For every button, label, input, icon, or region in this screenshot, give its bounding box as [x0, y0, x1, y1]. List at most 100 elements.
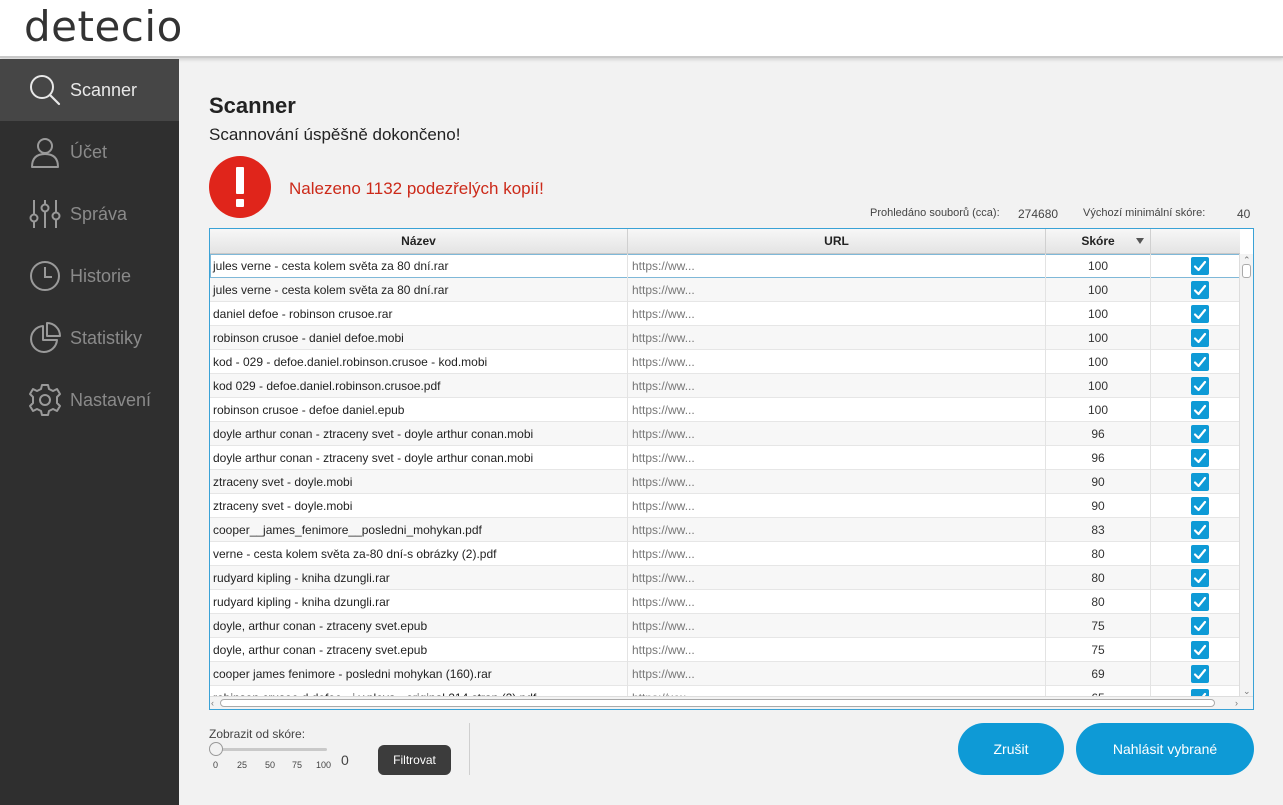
cell-score: 96	[1046, 422, 1151, 446]
horizontal-scroll-thumb[interactable]	[220, 699, 1215, 707]
slider-tick: 25	[237, 760, 248, 770]
row-checkbox[interactable]	[1191, 545, 1209, 563]
table-row[interactable]: doyle arthur conan - ztraceny svet - doy…	[210, 446, 1240, 470]
cell-select	[1151, 350, 1240, 374]
row-checkbox[interactable]	[1191, 329, 1209, 347]
cell-url[interactable]: https://ww...	[628, 662, 1046, 686]
sidebar-item-label: Správa	[70, 203, 128, 224]
score-slider-thumb[interactable]	[209, 742, 223, 756]
cell-select	[1151, 398, 1240, 422]
sidebar-item-ucet[interactable]: Účet	[0, 121, 179, 183]
table-row[interactable]: rudyard kipling - kniha dzungli.rar https…	[210, 566, 1240, 590]
cell-url[interactable]: https://ww...	[628, 494, 1046, 518]
table-header: Název URL Skóre	[210, 229, 1240, 254]
sidebar-item-historie[interactable]: Historie	[0, 245, 179, 307]
report-selected-button[interactable]: Nahlásit vybrané	[1076, 723, 1254, 775]
row-checkbox[interactable]	[1191, 521, 1209, 539]
table-row[interactable]: jules verne - cesta kolem světa za 80 dn…	[210, 254, 1240, 278]
table-row[interactable]: verne - cesta kolem světa za-80 dní-s ob…	[210, 542, 1240, 566]
row-checkbox[interactable]	[1191, 425, 1209, 443]
row-checkbox[interactable]	[1191, 569, 1209, 587]
cell-url[interactable]: https://ww...	[628, 350, 1046, 374]
cell-url[interactable]: https://ww...	[628, 326, 1046, 350]
column-header-score-label: Skóre	[1081, 234, 1115, 248]
cell-url[interactable]: https://ww...	[628, 374, 1046, 398]
cell-name: cooper james fenimore - posledni mohykan…	[210, 662, 628, 686]
table-row[interactable]: doyle, arthur conan - ztraceny svet.epub…	[210, 638, 1240, 662]
checkmark-icon	[1193, 500, 1207, 512]
row-checkbox[interactable]	[1191, 353, 1209, 371]
alert-message: Nalezeno 1132 podezřelých kopií!	[289, 179, 544, 198]
cell-name: doyle arthur conan - ztraceny svet - doy…	[210, 446, 628, 470]
cell-name: daniel defoe - robinson crusoe.rar	[210, 302, 628, 326]
cell-select	[1151, 494, 1240, 518]
min-score-label: Výchozí minimální skóre:	[1083, 207, 1206, 219]
sidebar-item-label: Scanner	[70, 79, 138, 100]
cell-url[interactable]: https://ww...	[628, 254, 1046, 278]
row-checkbox[interactable]	[1191, 305, 1209, 323]
table-row[interactable]: robinson crusoe - defoe daniel.epub https…	[210, 398, 1240, 422]
table-row[interactable]: ztraceny svet - doyle.mobi https://ww... 9…	[210, 494, 1240, 518]
cell-url[interactable]: https://ww...	[628, 398, 1046, 422]
cell-score: 90	[1046, 470, 1151, 494]
row-checkbox[interactable]	[1191, 449, 1209, 467]
cell-url[interactable]: https://ww...	[628, 470, 1046, 494]
cell-score: 100	[1046, 302, 1151, 326]
cell-name: doyle, arthur conan - ztraceny svet.epub	[210, 638, 628, 662]
table-row[interactable]: daniel defoe - robinson crusoe.rar https:…	[210, 302, 1240, 326]
cell-url[interactable]: https://ww...	[628, 302, 1046, 326]
column-header-name[interactable]: Název	[210, 229, 628, 254]
row-checkbox[interactable]	[1191, 665, 1209, 683]
row-checkbox[interactable]	[1191, 497, 1209, 515]
cell-url[interactable]: https://ww...	[628, 518, 1046, 542]
row-checkbox[interactable]	[1191, 641, 1209, 659]
checkmark-icon	[1193, 452, 1207, 464]
cell-url[interactable]: https://ww...	[628, 278, 1046, 302]
table-row[interactable]: cooper__james_fenimore__posledni_mohykan…	[210, 518, 1240, 542]
column-header-url[interactable]: URL	[628, 229, 1046, 254]
cell-select	[1151, 470, 1240, 494]
row-checkbox[interactable]	[1191, 401, 1209, 419]
row-checkbox[interactable]	[1191, 473, 1209, 491]
table-row[interactable]: kod 029 - defoe.daniel.robinson.crusoe.p…	[210, 374, 1240, 398]
row-checkbox[interactable]	[1191, 377, 1209, 395]
table-row[interactable]: jules verne - cesta kolem světa za 80 dn…	[210, 278, 1240, 302]
cell-url[interactable]: https://ww...	[628, 590, 1046, 614]
scroll-left-icon[interactable]: ‹	[211, 698, 214, 708]
table-row[interactable]: robinson crusoe - daniel defoe.mobi https…	[210, 326, 1240, 350]
sidebar-item-nastaveni[interactable]: Nastavení	[0, 369, 179, 431]
sidebar-item-scanner[interactable]: Scanner	[0, 59, 179, 121]
cell-url[interactable]: https://ww...	[628, 614, 1046, 638]
row-checkbox[interactable]	[1191, 281, 1209, 299]
filter-button[interactable]: Filtrovat	[378, 745, 451, 775]
vertical-scrollbar[interactable]: ⌃ ⌄	[1239, 254, 1253, 697]
cell-url[interactable]: https://ww...	[628, 566, 1046, 590]
table-row[interactable]: doyle arthur conan - ztraceny svet - doy…	[210, 422, 1240, 446]
column-header-select[interactable]	[1151, 229, 1240, 254]
row-checkbox[interactable]	[1191, 593, 1209, 611]
table-row[interactable]: rudyard kipling - kniha dzungli.rar https…	[210, 590, 1240, 614]
table-row[interactable]: doyle, arthur conan - ztraceny svet.epub…	[210, 614, 1240, 638]
score-slider-track[interactable]	[213, 748, 327, 751]
row-checkbox[interactable]	[1191, 617, 1209, 635]
cell-select	[1151, 446, 1240, 470]
cell-url[interactable]: https://ww...	[628, 422, 1046, 446]
column-header-score[interactable]: Skóre	[1046, 229, 1151, 254]
vertical-scroll-thumb[interactable]	[1242, 264, 1251, 278]
sliders-icon	[28, 197, 62, 231]
horizontal-scrollbar[interactable]: ‹ ›	[210, 696, 1253, 709]
cell-url[interactable]: https://ww...	[628, 542, 1046, 566]
sidebar-item-sprava[interactable]: Správa	[0, 183, 179, 245]
table-row[interactable]: ztraceny svet - doyle.mobi https://ww... 9…	[210, 470, 1240, 494]
row-checkbox[interactable]	[1191, 257, 1209, 275]
scroll-down-icon[interactable]: ⌄	[1243, 686, 1251, 696]
cell-url[interactable]: https://ww...	[628, 638, 1046, 662]
user-icon	[28, 135, 62, 169]
scroll-right-icon[interactable]: ›	[1235, 698, 1238, 708]
table-row[interactable]: cooper james fenimore - posledni mohykan…	[210, 662, 1240, 686]
cell-url[interactable]: https://ww...	[628, 446, 1046, 470]
sidebar-item-statistiky[interactable]: Statistiky	[0, 307, 179, 369]
table-row[interactable]: kod - 029 - defoe.daniel.robinson.crusoe…	[210, 350, 1240, 374]
cancel-button[interactable]: Zrušit	[958, 723, 1064, 775]
table-body: jules verne - cesta kolem světa za 80 dn…	[210, 254, 1240, 697]
